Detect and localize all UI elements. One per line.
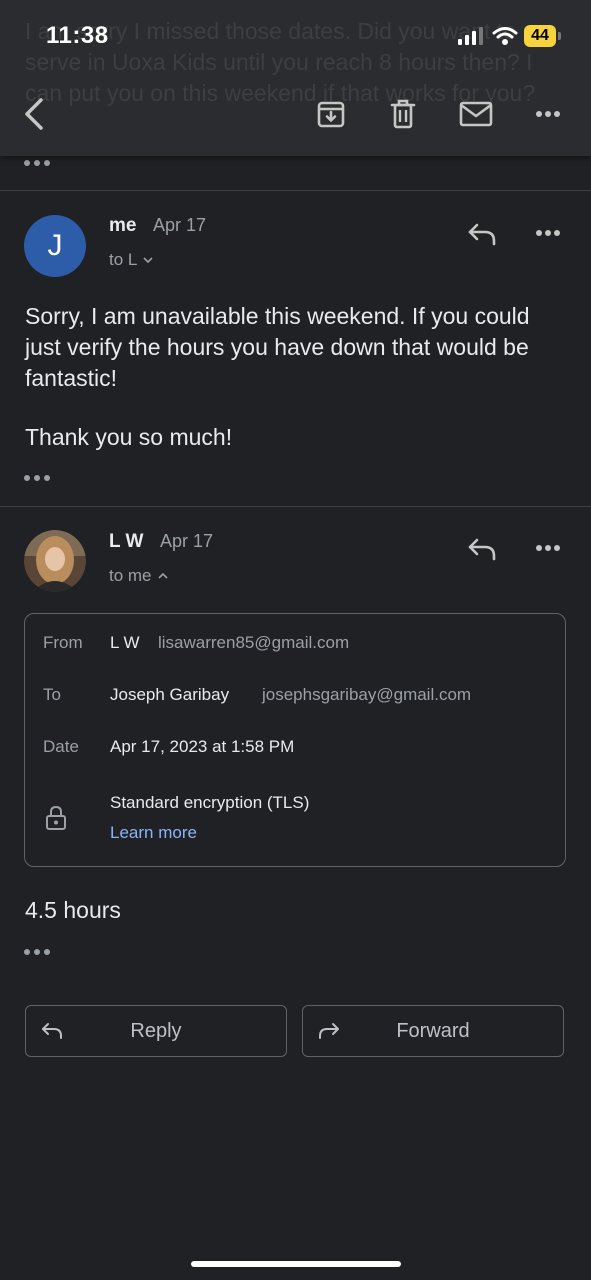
message-body-paragraph: Thank you so much! bbox=[25, 424, 233, 450]
chevron-down-icon bbox=[143, 257, 153, 263]
message-date: Apr 17 bbox=[153, 215, 207, 235]
encryption-label: Standard encryption (TLS) bbox=[110, 793, 310, 812]
show-trimmed-content-button[interactable] bbox=[24, 158, 54, 168]
recipients-label: to L bbox=[109, 250, 138, 269]
mark-unread-mail-icon[interactable] bbox=[456, 92, 496, 136]
avatar[interactable] bbox=[24, 530, 86, 592]
sender-name: me bbox=[109, 215, 137, 236]
archive-icon[interactable] bbox=[311, 92, 351, 136]
battery-icon: 44 bbox=[524, 25, 562, 47]
wifi-icon bbox=[492, 26, 518, 46]
to-name: Joseph Garibay bbox=[110, 685, 230, 704]
message-divider bbox=[0, 190, 591, 191]
show-trimmed-content-button[interactable] bbox=[24, 473, 54, 483]
recipients-label: to me bbox=[109, 566, 152, 585]
more-options-icon[interactable] bbox=[528, 92, 568, 136]
message-divider bbox=[0, 506, 591, 507]
to-email[interactable]: josephsgaribay@gmail.com bbox=[262, 685, 471, 705]
cellular-signal-icon bbox=[457, 26, 487, 46]
recipients-toggle[interactable]: to me bbox=[109, 566, 168, 586]
avatar[interactable]: J bbox=[24, 215, 86, 277]
from-label: From bbox=[43, 633, 83, 652]
lock-icon bbox=[45, 805, 67, 831]
sender-name: L W bbox=[109, 531, 144, 552]
from-name: L W bbox=[110, 633, 140, 652]
status-time: 11:38 bbox=[46, 22, 109, 49]
date-label: Date bbox=[43, 737, 79, 756]
to-label: To bbox=[43, 685, 61, 704]
battery-cap bbox=[558, 32, 561, 40]
from-email[interactable]: lisawarren85@gmail.com bbox=[158, 633, 349, 653]
chevron-up-icon bbox=[157, 573, 168, 579]
message-date: Apr 17 bbox=[160, 531, 214, 551]
learn-more-link[interactable]: Learn more bbox=[110, 823, 197, 843]
message-body-paragraph: Sorry, I am unavailable this weekend. If… bbox=[25, 303, 530, 391]
reply-icon[interactable] bbox=[462, 218, 502, 250]
message-more-icon[interactable] bbox=[528, 221, 568, 245]
message-details-panel: From L W lisawarren85@gmail.com To Josep… bbox=[24, 613, 566, 867]
message-more-icon[interactable] bbox=[528, 536, 568, 560]
reply-icon[interactable] bbox=[462, 533, 502, 565]
show-trimmed-content-button[interactable] bbox=[24, 947, 54, 957]
forward-button-label: Forward bbox=[396, 1020, 470, 1042]
trash-icon[interactable] bbox=[383, 92, 423, 136]
recipients-toggle[interactable]: to L bbox=[109, 250, 153, 270]
forward-button[interactable]: Forward bbox=[302, 1005, 564, 1057]
status-bar: 11:38 44 bbox=[0, 0, 591, 72]
battery-level: 44 bbox=[524, 25, 556, 47]
home-indicator[interactable] bbox=[191, 1261, 401, 1267]
reply-button[interactable]: Reply bbox=[25, 1005, 287, 1057]
back-arrow-icon[interactable] bbox=[14, 92, 54, 136]
date-value: Apr 17, 2023 at 1:58 PM bbox=[110, 737, 295, 756]
reply-button-label: Reply bbox=[130, 1020, 182, 1042]
message-body-paragraph: 4.5 hours bbox=[25, 897, 121, 923]
